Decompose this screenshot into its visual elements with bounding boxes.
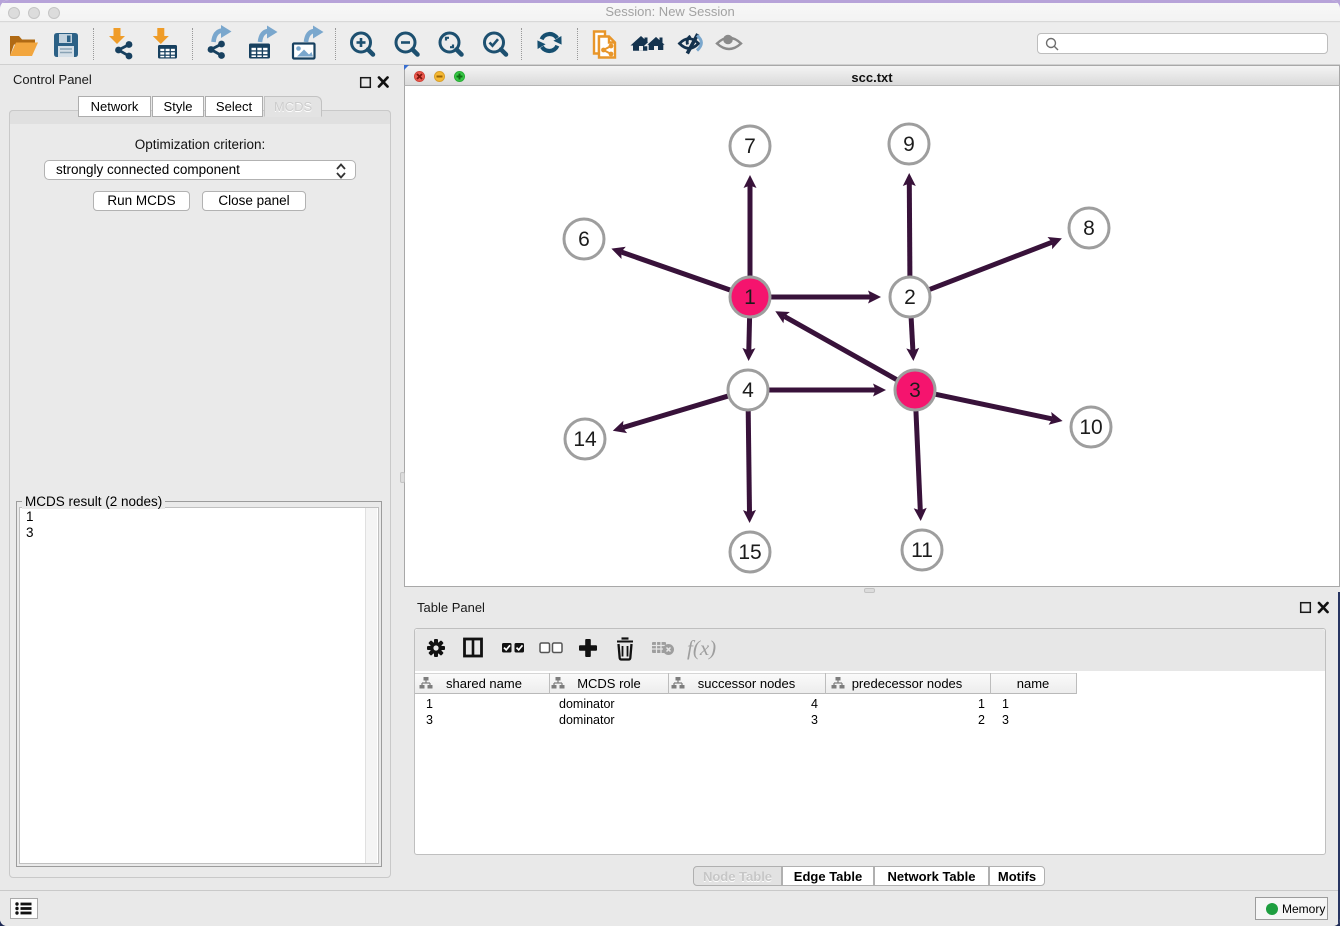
svg-text:14: 14 — [573, 428, 597, 451]
svg-text:7: 7 — [744, 135, 756, 158]
svg-text:6: 6 — [578, 228, 590, 251]
svg-text:4: 4 — [742, 379, 754, 402]
svg-text:2: 2 — [904, 286, 916, 309]
svg-text:3: 3 — [909, 379, 921, 402]
svg-text:15: 15 — [738, 541, 761, 564]
svg-text:9: 9 — [903, 133, 915, 156]
svg-text:10: 10 — [1079, 416, 1102, 439]
svg-text:f(x): f(x) — [687, 636, 716, 660]
svg-text:1: 1 — [744, 286, 756, 309]
svg-text:8: 8 — [1083, 217, 1095, 240]
svg-text:11: 11 — [911, 539, 933, 562]
